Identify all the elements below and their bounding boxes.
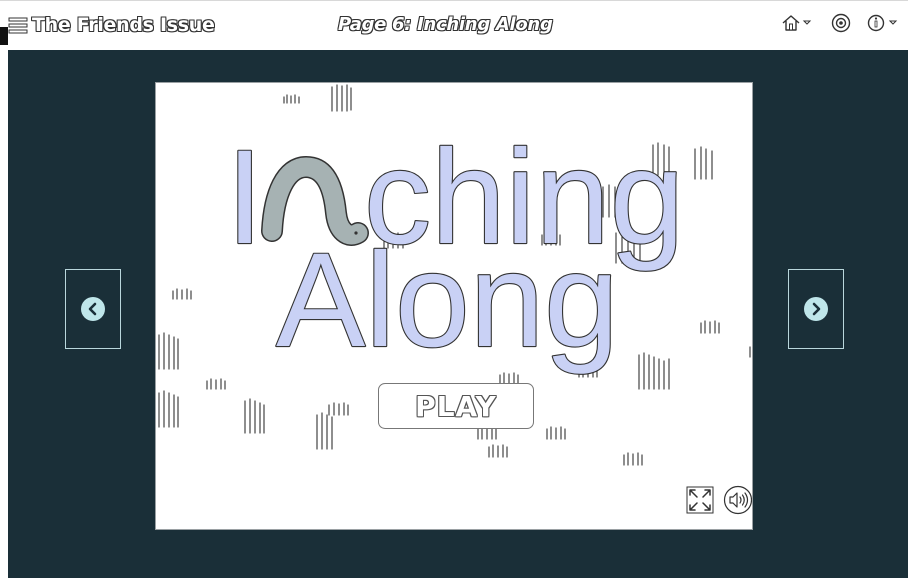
- chevron-left-icon: [81, 297, 105, 321]
- play-button[interactable]: PLAY: [378, 383, 534, 429]
- fullscreen-button[interactable]: [686, 486, 714, 514]
- home-menu-button[interactable]: [781, 12, 813, 34]
- gear-icon: [831, 13, 851, 33]
- sound-toggle-button[interactable]: [723, 485, 752, 515]
- app-window: The Friends Issue Page 6: Inching Along: [0, 0, 908, 578]
- settings-button[interactable]: [830, 12, 852, 34]
- speaker-icon: [723, 485, 752, 515]
- play-button-label: PLAY: [415, 389, 497, 423]
- title-letter-i: I: [226, 123, 263, 272]
- next-page-button[interactable]: [788, 269, 844, 349]
- left-edge-strip: [0, 27, 8, 45]
- fullscreen-icon: [686, 486, 714, 514]
- chevron-right-icon: [804, 297, 828, 321]
- issue-title[interactable]: The Friends Issue: [32, 13, 215, 37]
- info-menu-button[interactable]: [866, 12, 900, 34]
- previous-page-button[interactable]: [65, 269, 121, 349]
- page-title: Page 6: Inching Along: [338, 14, 553, 35]
- hamburger-icon[interactable]: [8, 16, 28, 34]
- title-word-along: Along: [276, 226, 619, 375]
- game-canvas[interactable]: I ching Along PLAY: [155, 82, 753, 530]
- game-title: I ching Along: [225, 122, 686, 376]
- info-icon: [867, 14, 898, 32]
- home-icon: [782, 15, 812, 31]
- top-bar: The Friends Issue Page 6: Inching Along: [0, 0, 908, 50]
